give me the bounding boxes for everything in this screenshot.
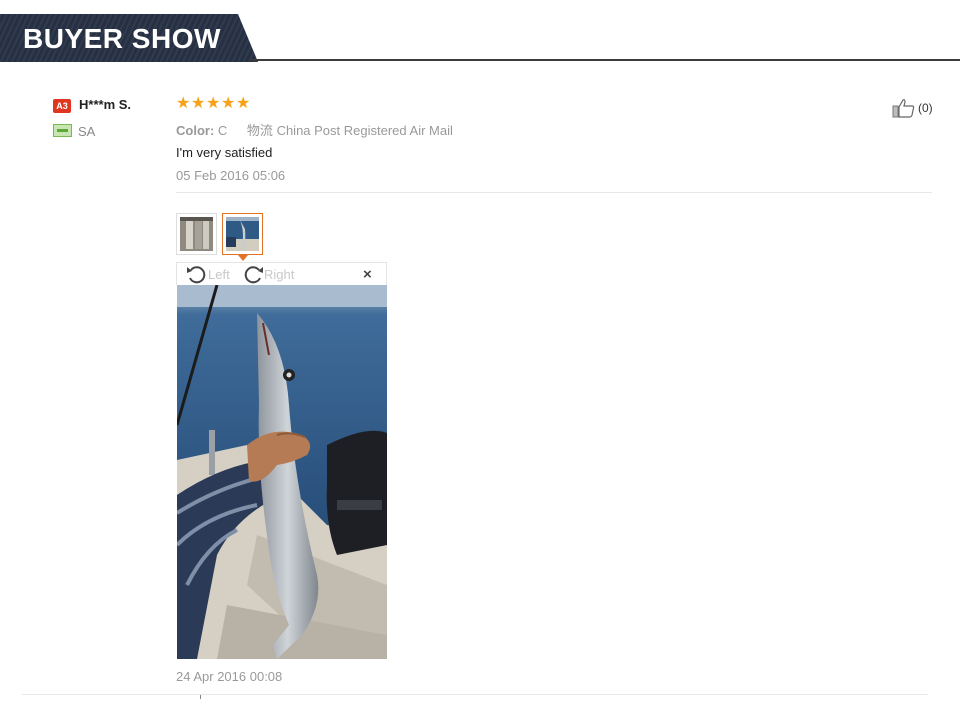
rotate-right-label[interactable]: Right: [264, 267, 294, 282]
review-date: 05 Feb 2016 05:06: [176, 168, 286, 183]
fish-thumbnail-image: [180, 217, 213, 251]
buyer-level-badge: A3: [53, 99, 71, 113]
star-icon: ★: [221, 95, 236, 112]
review-photo-thumbnail[interactable]: [176, 213, 217, 255]
rotate-left-icon[interactable]: [186, 264, 208, 284]
review-photo-thumbnail-selected[interactable]: [222, 213, 263, 255]
color-label: Color:: [176, 123, 215, 138]
bottom-divider: [22, 694, 928, 695]
star-icon: ★: [236, 95, 251, 112]
helpful-button[interactable]: (0): [892, 98, 933, 118]
rotate-right-icon[interactable]: [242, 264, 264, 284]
fish-photo: [177, 285, 387, 659]
thumbs-up-icon[interactable]: [892, 98, 916, 118]
star-icon: ★: [191, 95, 206, 112]
country-flag-icon: [53, 124, 72, 137]
review-photo-large: [177, 285, 387, 659]
rotate-right-button[interactable]: Right: [242, 264, 294, 284]
star-rating: ★ ★ ★ ★ ★: [176, 96, 250, 114]
reviewer-name: H***m S.: [79, 97, 132, 112]
rotate-left-label[interactable]: Left: [208, 267, 230, 282]
rotate-left-button[interactable]: Left: [186, 264, 230, 284]
close-icon[interactable]: ×: [363, 266, 372, 283]
color-value: C: [217, 123, 228, 138]
photo-viewer-toolbar: Left Right ×: [176, 262, 387, 285]
reviewer-country: SA: [78, 124, 96, 139]
scroll-tick: [200, 695, 201, 699]
shipping-value: China Post Registered Air Mail: [276, 123, 453, 138]
shipping-label: 物流: [246, 123, 273, 138]
star-icon: ★: [176, 95, 191, 112]
buyer-show-banner: BUYER SHOW: [0, 14, 960, 62]
photo-date: 24 Apr 2016 00:08: [176, 669, 283, 684]
banner-divider: [250, 59, 960, 61]
banner-title: BUYER SHOW: [23, 23, 221, 54]
helpful-count: (0): [918, 101, 933, 115]
review-divider: [176, 192, 932, 193]
order-info: Color: C 物流 China Post Registered Air Ma…: [176, 120, 453, 139]
selected-pointer: [238, 255, 248, 261]
fish-thumbnail-image: [226, 217, 259, 251]
star-icon: ★: [206, 95, 221, 112]
review-text: I'm very satisfied: [176, 145, 273, 160]
